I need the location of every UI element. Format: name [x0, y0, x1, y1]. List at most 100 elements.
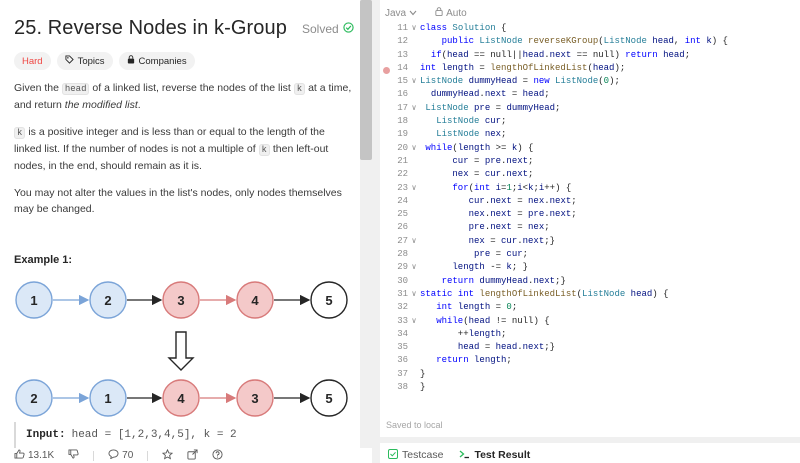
favorite-button[interactable]	[162, 448, 174, 463]
code-line[interactable]: 25 nex.next = pre.next;	[380, 208, 800, 221]
code-text: return dummyHead.next;}	[441, 275, 566, 286]
check-circle-icon	[343, 22, 354, 36]
fold-gutter	[408, 49, 420, 62]
fold-chevron-icon[interactable]: ∨	[408, 75, 420, 88]
description-paragraph-3: You may not alter the values in the list…	[14, 187, 342, 215]
code-line[interactable]: 36 return length;	[380, 354, 800, 367]
dislike-button[interactable]	[68, 449, 79, 462]
fold-gutter	[408, 195, 420, 208]
line-number: 28	[397, 249, 408, 260]
fold-chevron-icon[interactable]: ∨	[408, 288, 420, 301]
code-area[interactable]: 11 ∨ class Solution {12 public ListNode re…	[380, 22, 800, 394]
code-line[interactable]: 28 pre = cur;	[380, 248, 800, 261]
divider	[93, 450, 95, 461]
description-paragraph-1: Given the head of a linked list, reverse…	[14, 82, 352, 111]
code-line[interactable]: 12 public ListNode reverseKGroup(ListNod…	[380, 35, 800, 48]
code-line[interactable]: 14 int length = lengthOfLinkedList(head);	[380, 62, 800, 75]
comment-icon	[108, 449, 119, 462]
code-line[interactable]: 24 cur.next = nex.next;	[380, 195, 800, 208]
star-icon	[162, 448, 174, 463]
code-line[interactable]: 15 ∨ ListNode dummyHead = new ListNode(0);	[380, 75, 800, 88]
code-line[interactable]: 33 ∨ while(head != null) {	[380, 315, 800, 328]
topics-button[interactable]: Topics	[56, 52, 113, 70]
fold-chevron-icon[interactable]: ∨	[408, 235, 420, 248]
fold-gutter	[408, 62, 420, 75]
code-text: nex = cur.next;	[452, 169, 534, 180]
list-node-value: 3	[251, 391, 258, 406]
code-text: while(length >= k) {	[425, 142, 534, 153]
fold-chevron-icon[interactable]: ∨	[408, 315, 420, 328]
code-line[interactable]: 31 ∨ static int lengthOfLinkedList(ListNod…	[380, 288, 800, 301]
code-line[interactable]: 22 nex = cur.next;	[380, 168, 800, 181]
tab-test-result[interactable]: Test Result	[459, 449, 530, 462]
tab-testcase[interactable]: Testcase	[388, 448, 443, 462]
code-text: pre.next = nex;	[468, 222, 550, 233]
code-text: return length;	[436, 355, 512, 366]
code-line[interactable]: 19 ListNode nex;	[380, 128, 800, 141]
code-line[interactable]: 11 ∨ class Solution {	[380, 22, 800, 35]
tab-test-result-label: Test Result	[474, 449, 531, 461]
list-node-value: 4	[251, 293, 259, 308]
line-number: 20	[397, 142, 408, 153]
autocomplete-toggle[interactable]: Auto	[435, 7, 467, 19]
thumbs-up-icon	[14, 449, 25, 462]
code-line[interactable]: 34 ++length;	[380, 328, 800, 341]
fold-chevron-icon[interactable]: ∨	[408, 142, 420, 155]
companies-button[interactable]: Companies	[118, 52, 195, 70]
line-number: 16	[397, 89, 408, 100]
code-line[interactable]: 35 head = head.next;}	[380, 341, 800, 354]
fold-gutter	[408, 341, 420, 354]
terminal-icon	[459, 449, 470, 462]
description-paragraph-2: k is a positive integer and is less than…	[14, 126, 329, 172]
code-line[interactable]: 16 dummyHead.next = head;	[380, 88, 800, 101]
pane-splitter[interactable]	[372, 0, 380, 463]
language-select[interactable]: Java	[385, 8, 417, 19]
code-text: ListNode nex;	[436, 129, 507, 140]
code-line[interactable]: 17 ∨ ListNode pre = dummyHead;	[380, 102, 800, 115]
code-text: cur = pre.next;	[452, 155, 534, 166]
list-node-value: 2	[30, 391, 37, 406]
code-line[interactable]: 38}	[380, 381, 800, 394]
fold-chevron-icon[interactable]: ∨	[408, 102, 420, 115]
code-line[interactable]: 20 ∨ while(length >= k) {	[380, 142, 800, 155]
line-number: 33	[397, 315, 408, 326]
code-editor-panel: Java Auto 11 ∨ class Solution {12 public L…	[380, 0, 800, 463]
code-line[interactable]: 23 ∨ for(int i=1;i<k;i++) {	[380, 182, 800, 195]
line-number: 12	[397, 36, 408, 47]
divider	[147, 450, 149, 461]
inline-code: k	[258, 144, 270, 156]
console-splitter[interactable]	[380, 437, 800, 443]
code-line[interactable]: 27 ∨ nex = cur.next;}	[380, 235, 800, 248]
code-line[interactable]: 18 ListNode cur;	[380, 115, 800, 128]
code-line[interactable]: 26 pre.next = nex;	[380, 221, 800, 234]
description-scroll-thumb[interactable]	[360, 0, 372, 160]
code-line[interactable]: 37}	[380, 368, 800, 381]
code-text: ListNode pre = dummyHead;	[425, 102, 561, 113]
fold-gutter	[408, 221, 420, 234]
line-number: 27	[397, 235, 408, 246]
like-button[interactable]: 13.1K	[14, 449, 54, 462]
fold-chevron-icon[interactable]: ∨	[408, 261, 420, 274]
companies-label: Companies	[138, 55, 187, 67]
code-line[interactable]: 32 int length = 0;	[380, 301, 800, 314]
code-text: ListNode cur;	[436, 116, 507, 127]
code-text: pre = cur;	[474, 249, 529, 260]
share-button[interactable]	[187, 448, 198, 463]
example-heading: Example 1:	[14, 254, 73, 266]
help-button[interactable]	[212, 448, 223, 463]
line-number: 30	[397, 275, 408, 286]
code-line[interactable]: 30 return dummyHead.next;}	[380, 275, 800, 288]
fold-chevron-icon[interactable]: ∨	[408, 22, 420, 35]
code-line[interactable]: 13 if(head == null||head.next == null) r…	[380, 49, 800, 62]
line-number: 35	[397, 342, 408, 353]
code-line[interactable]: 21 cur = pre.next;	[380, 155, 800, 168]
fold-chevron-icon[interactable]: ∨	[408, 182, 420, 195]
list-node-value: 1	[30, 293, 37, 308]
comments-button[interactable]: 70	[108, 449, 133, 462]
fold-gutter	[408, 248, 420, 261]
code-text: length -= k; }	[452, 262, 529, 273]
code-line[interactable]: 29 ∨ length -= k; }	[380, 261, 800, 274]
line-number: 13	[397, 49, 408, 60]
list-node-value: 5	[325, 293, 332, 308]
list-node-value: 2	[104, 293, 111, 308]
